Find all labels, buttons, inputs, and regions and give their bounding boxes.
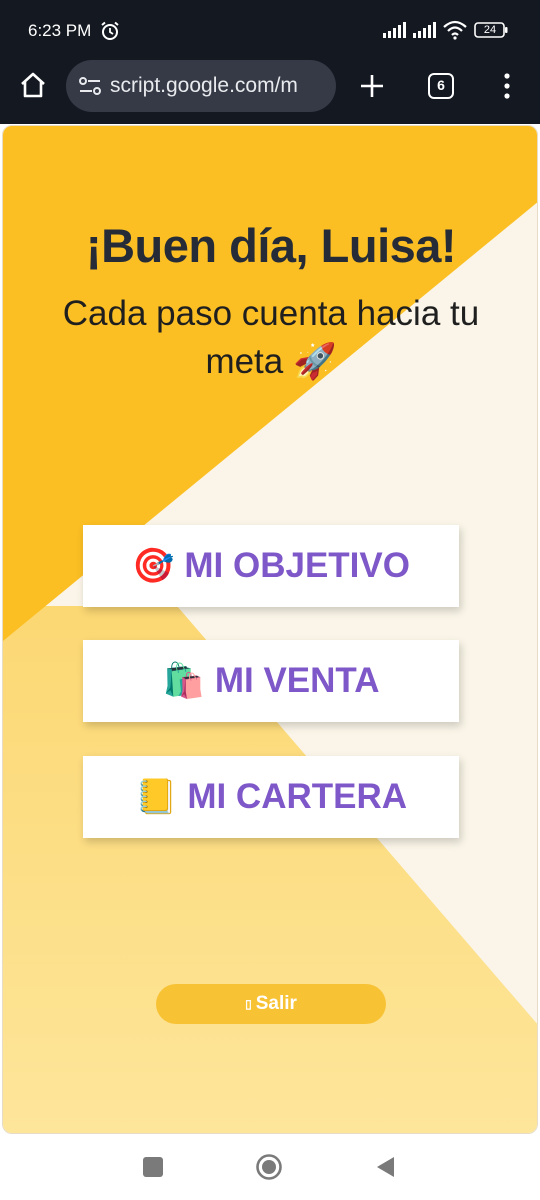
logout-icon: ▯ (245, 997, 252, 1011)
mi-venta-button[interactable]: 🛍️ MI VENTA (83, 640, 459, 722)
target-icon: 🎯 (132, 547, 175, 585)
motivation-subtitle: Cada paso cuenta hacia tu meta 🚀 (62, 294, 480, 381)
home-icon[interactable] (18, 70, 48, 100)
wifi-icon (443, 20, 467, 40)
greeting-heading: ¡Buen día, Luisa! (85, 219, 457, 272)
system-nav-bar (0, 1136, 540, 1200)
mi-objetivo-button[interactable]: 🎯 MI OBJETIVO (83, 525, 459, 607)
web-page: ¡Buen día, Luisa! Cada paso cuenta hacia… (2, 125, 538, 1134)
signal-icon (383, 22, 406, 38)
ledger-icon: 📒 (134, 778, 178, 816)
menu-icon[interactable] (500, 72, 514, 100)
button-label: MI CARTERA (187, 777, 408, 816)
shopping-bags-icon: 🛍️ (162, 662, 205, 700)
browser-chrome: 6:23 PM 24 script.google.com/m 6 (0, 0, 540, 124)
home-circle-icon[interactable] (255, 1153, 283, 1181)
back-icon[interactable] (374, 1155, 398, 1179)
recents-icon[interactable] (143, 1157, 163, 1177)
tab-count: 6 (437, 77, 445, 93)
logout-label: Salir (255, 993, 297, 1014)
button-label: MI VENTA (214, 661, 380, 700)
status-bar: 6:23 PM 24 (0, 0, 540, 60)
new-tab-icon[interactable] (358, 72, 386, 100)
url-text[interactable]: script.google.com/m (110, 72, 330, 100)
button-label: MI OBJETIVO (184, 546, 410, 585)
battery-level: 24 (483, 24, 497, 36)
logout-button[interactable]: ▯ Salir (156, 984, 386, 1024)
alarm-icon (101, 21, 119, 40)
tab-switcher-icon[interactable]: 6 (428, 73, 454, 99)
page-background (3, 126, 537, 1133)
status-time: 6:23 PM (28, 21, 92, 40)
mi-cartera-button[interactable]: 📒 MI CARTERA (83, 756, 459, 838)
signal-icon (413, 22, 436, 38)
site-settings-icon[interactable] (78, 76, 102, 96)
